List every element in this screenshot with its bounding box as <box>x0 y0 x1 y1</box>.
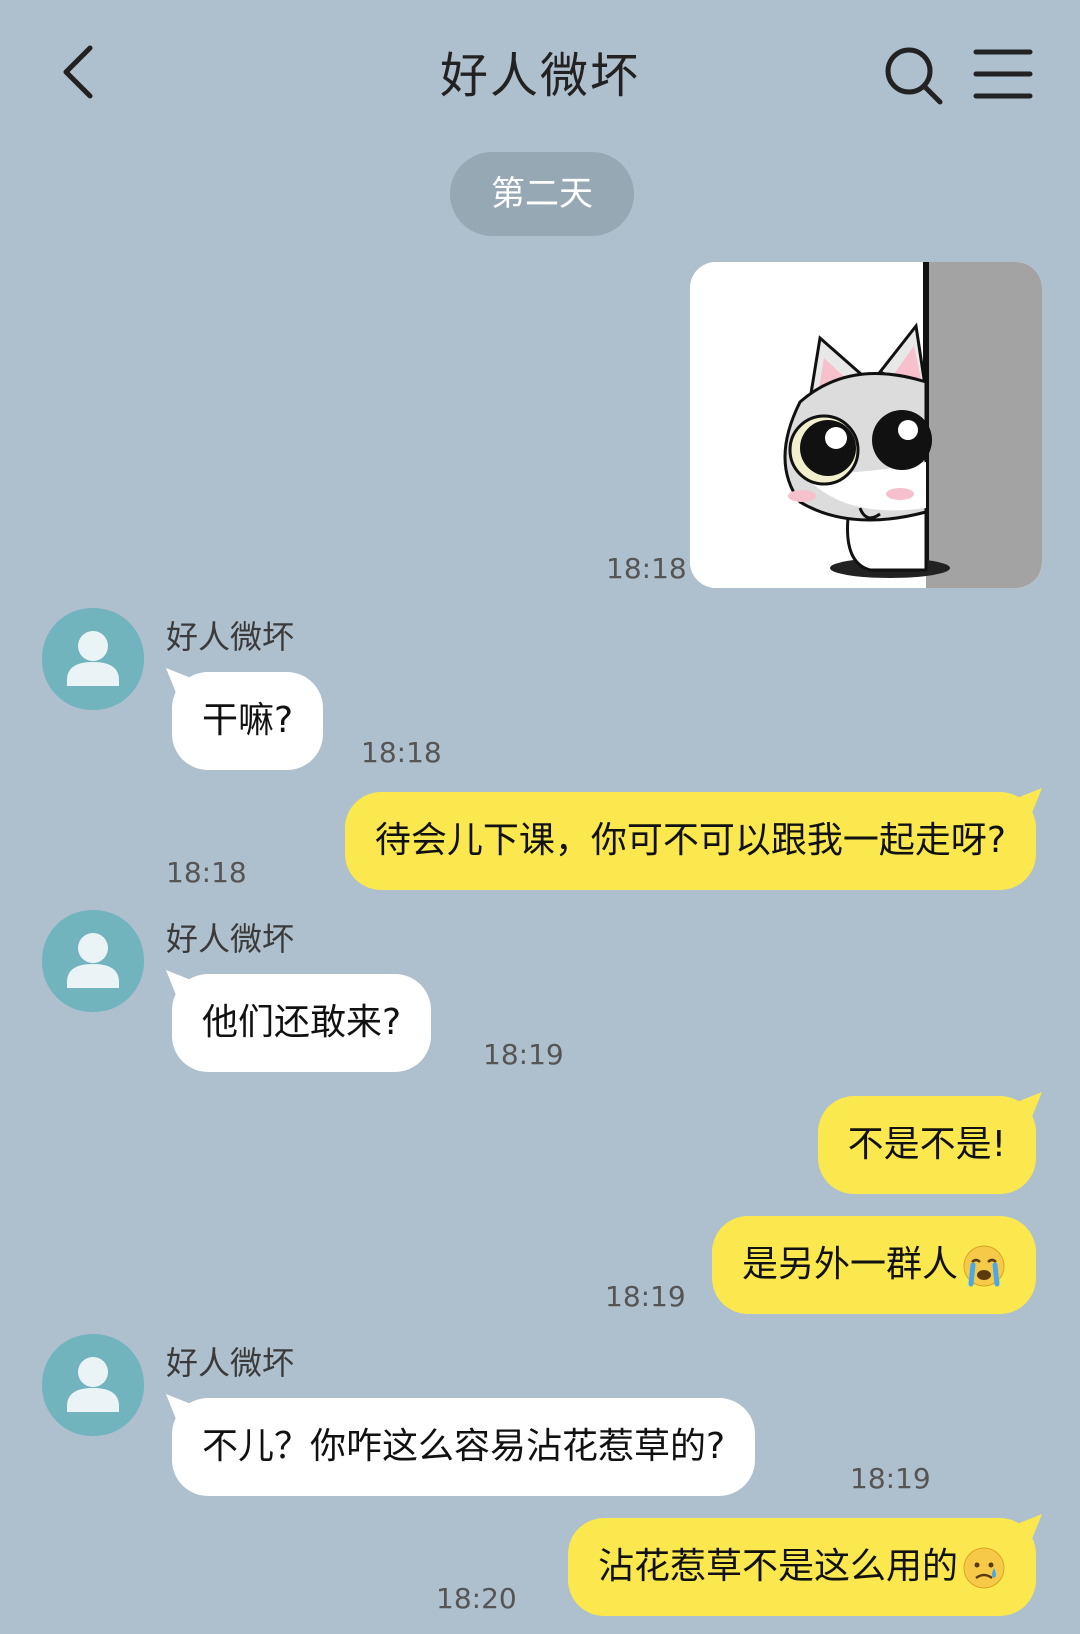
message-bubble-sent[interactable]: 沾花惹草不是这么用的 <box>567 1518 1036 1616</box>
sender-name: 好人微坏 <box>166 618 295 656</box>
message-time: 18:18 <box>606 552 687 585</box>
search-icon <box>885 47 943 105</box>
message-bubble-sent[interactable]: 不是不是! <box>817 1096 1036 1194</box>
user-icon <box>67 1357 119 1412</box>
sad-tear-emoji <box>963 1547 1005 1589</box>
message-time: 18:19 <box>605 1280 686 1313</box>
message-bubble-sent[interactable]: 是另外一群人 <box>711 1216 1036 1314</box>
message-time: 18:18 <box>361 736 442 769</box>
message-text: 是另外一群人 <box>741 1244 958 1285</box>
chat-header: 好人微坏 <box>0 0 1080 150</box>
menu-button[interactable] <box>972 44 1034 104</box>
message-time: 18:19 <box>850 1462 931 1495</box>
avatar[interactable] <box>42 1334 144 1436</box>
message-time: 18:19 <box>483 1038 564 1071</box>
message-text: 沾花惹草不是这么用的 <box>597 1546 958 1587</box>
avatar[interactable] <box>42 910 144 1012</box>
message-time: 18:18 <box>166 856 247 889</box>
search-button[interactable] <box>882 44 946 108</box>
avatar[interactable] <box>42 608 144 710</box>
sticker-message[interactable] <box>690 262 1042 588</box>
message-bubble-received[interactable]: 干嘛? <box>172 672 324 770</box>
sender-name: 好人微坏 <box>166 1344 295 1382</box>
date-separator: 第二天 <box>450 152 634 236</box>
user-icon <box>67 631 119 686</box>
menu-icon <box>973 49 1033 99</box>
message-bubble-sent[interactable]: 待会儿下课，你可不可以跟我一起走呀? <box>344 792 1036 890</box>
message-bubble-received[interactable]: 他们还敢来? <box>172 974 432 1072</box>
cat-peeking-sticker <box>690 262 1042 588</box>
crying-emoji <box>963 1245 1005 1287</box>
message-bubble-received[interactable]: 不儿？你咋这么容易沾花惹草的? <box>172 1398 756 1496</box>
sender-name: 好人微坏 <box>166 920 295 958</box>
user-icon <box>67 933 119 988</box>
message-time: 18:20 <box>436 1582 517 1615</box>
